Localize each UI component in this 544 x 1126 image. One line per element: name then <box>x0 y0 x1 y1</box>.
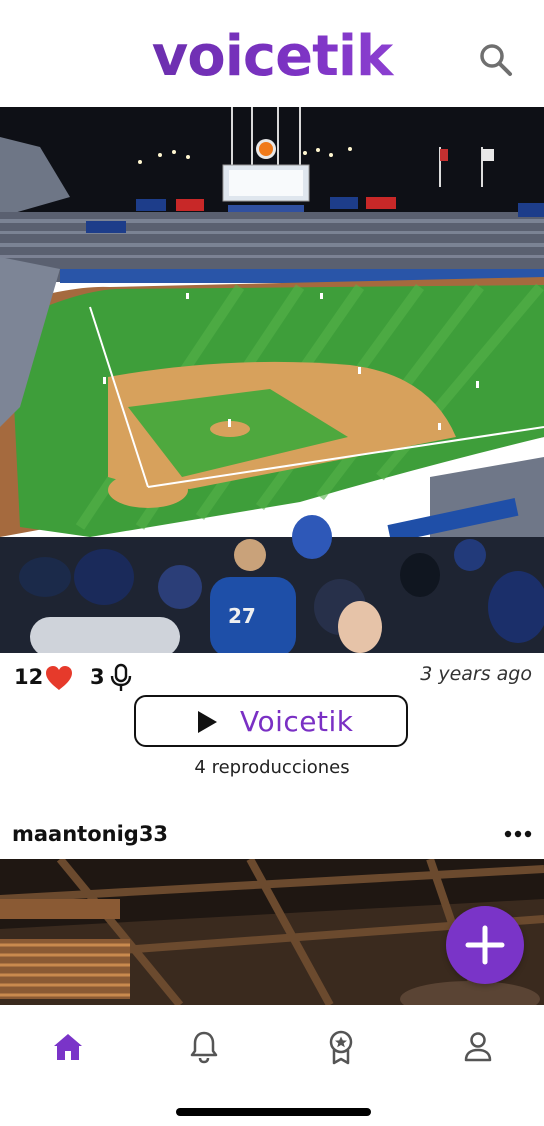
add-post-button[interactable] <box>446 906 524 984</box>
post-username[interactable]: maantonig33 <box>12 822 168 846</box>
nav-notifications[interactable] <box>184 1027 224 1067</box>
top-header: voicetik <box>0 0 544 107</box>
post-stats: 12 3 3 years ago <box>0 655 544 699</box>
like-button[interactable] <box>44 664 74 692</box>
likes-count: 12 <box>14 665 44 689</box>
stadium-photo: 27 <box>0 107 544 653</box>
nav-awards[interactable] <box>321 1027 361 1067</box>
app-logo: voicetik <box>0 22 544 92</box>
plus-icon <box>465 925 505 965</box>
heart-icon <box>46 666 72 690</box>
play-icon <box>198 711 217 733</box>
more-options-button[interactable] <box>503 826 533 842</box>
badge-icon <box>329 1030 353 1065</box>
microphone-icon <box>110 663 132 691</box>
home-icon <box>54 1034 82 1060</box>
more-icon <box>504 830 532 838</box>
search-icon <box>480 44 512 76</box>
app-screen: voicetik 27 12 3 3 years ago Voicetik 4 … <box>0 0 544 1126</box>
play-button-label: Voicetik <box>240 705 354 738</box>
bell-icon <box>190 1031 218 1064</box>
post-timestamp: 3 years ago <box>420 663 532 685</box>
post-image[interactable]: 27 <box>0 107 544 653</box>
nav-profile[interactable] <box>458 1027 498 1067</box>
voices-count: 3 <box>90 665 105 689</box>
search-button[interactable] <box>476 40 516 80</box>
play-voicetik-button[interactable]: Voicetik <box>134 695 408 747</box>
svg-text:27: 27 <box>228 604 256 628</box>
voice-reply-button[interactable] <box>108 663 134 693</box>
user-icon <box>464 1032 492 1062</box>
nav-home[interactable] <box>48 1027 88 1067</box>
home-indicator <box>176 1108 371 1116</box>
play-count: 4 reproducciones <box>194 757 350 778</box>
